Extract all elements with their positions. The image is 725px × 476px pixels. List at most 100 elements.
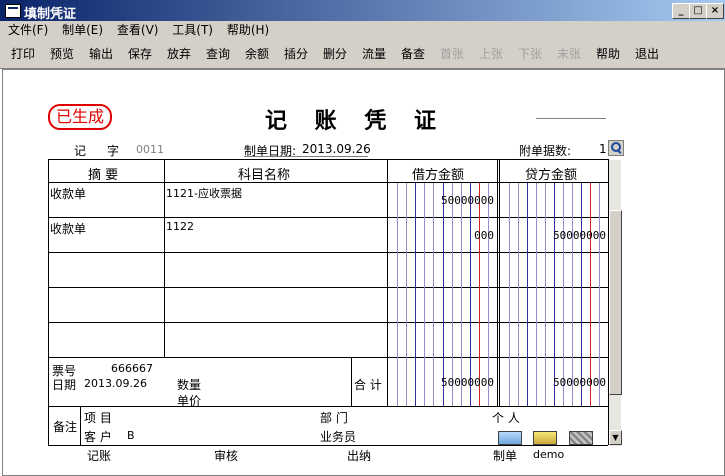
digit-column-line bbox=[527, 183, 528, 406]
grid-bottom bbox=[48, 445, 608, 446]
grid-row-line bbox=[48, 287, 608, 288]
maker-label: 制单 bbox=[493, 449, 518, 463]
total-credit: 50000000 bbox=[553, 376, 606, 389]
header-summary: 摘 要 bbox=[88, 168, 119, 183]
save-button[interactable]: 保存 bbox=[122, 43, 158, 65]
next-voucher-button[interactable]: 下张 bbox=[512, 43, 548, 65]
digit-column-line bbox=[406, 183, 407, 406]
maker-name: demo bbox=[533, 448, 565, 461]
attachments-label: 附单据数: bbox=[519, 144, 572, 158]
digit-column-line bbox=[424, 183, 425, 406]
grid-debit-right bbox=[497, 159, 498, 406]
header-credit: 贷方金额 bbox=[525, 168, 578, 183]
header-account: 科目名称 bbox=[238, 168, 291, 183]
scroll-down-arrow[interactable]: ▼ bbox=[609, 430, 622, 445]
digit-column-line bbox=[488, 183, 489, 406]
row2-account[interactable]: 1122 bbox=[166, 220, 194, 233]
lookup-icon[interactable] bbox=[608, 140, 624, 156]
grid-credit-left bbox=[499, 159, 500, 406]
app-icon bbox=[5, 4, 21, 18]
voucher-date[interactable]: 2013.09.26 bbox=[302, 142, 371, 156]
generated-stamp: 已生成 bbox=[48, 104, 112, 130]
row1-account[interactable]: 1121-应收票据 bbox=[166, 185, 242, 201]
grid-footer-bottom bbox=[48, 406, 608, 407]
grid-row-line bbox=[48, 252, 608, 253]
menu-tools[interactable]: 工具(T) bbox=[172, 21, 213, 40]
prev-voucher-button[interactable]: 上张 bbox=[473, 43, 509, 65]
help-button[interactable]: 帮助 bbox=[590, 43, 626, 65]
grid-account-right bbox=[387, 159, 388, 406]
pattern-icon[interactable] bbox=[569, 431, 593, 445]
row2-credit[interactable]: 50000000 bbox=[501, 229, 606, 242]
digit-column-line bbox=[554, 183, 555, 406]
window-title: 填制凭证 bbox=[24, 7, 77, 22]
footer-date[interactable]: 2013.09.26 bbox=[84, 377, 147, 390]
person-label: 个 人 bbox=[492, 411, 520, 425]
delete-entry-button[interactable]: 删分 bbox=[317, 43, 353, 65]
voucher-title: 记 账 凭 证 bbox=[265, 108, 446, 134]
menu-voucher[interactable]: 制单(E) bbox=[62, 21, 103, 40]
digit-column-line bbox=[509, 183, 510, 406]
quantity-label: 数量 bbox=[177, 378, 202, 392]
grid-row-line bbox=[48, 357, 608, 358]
digit-column-line bbox=[433, 183, 434, 406]
total-label: 合 计 bbox=[354, 378, 382, 392]
close-button[interactable]: × bbox=[706, 3, 724, 19]
voucher-number[interactable]: 0011 bbox=[136, 143, 164, 156]
bookkeeping-label: 记账 bbox=[87, 449, 112, 463]
row1-debit[interactable]: 50000000 bbox=[389, 194, 494, 207]
footer-date-label: 日期 bbox=[52, 378, 77, 392]
insert-entry-button[interactable]: 插分 bbox=[278, 43, 314, 65]
project-label: 项 目 bbox=[84, 411, 112, 425]
memo-check-button[interactable]: 备查 bbox=[395, 43, 431, 65]
first-voucher-button[interactable]: 首张 bbox=[434, 43, 470, 65]
header-debit: 借方金额 bbox=[412, 168, 465, 183]
digit-column-line bbox=[461, 183, 462, 406]
maximize-button[interactable]: □ bbox=[689, 3, 707, 19]
grid-row-line bbox=[48, 322, 608, 323]
menu-view[interactable]: 查看(V) bbox=[117, 21, 159, 40]
folder-icon[interactable] bbox=[533, 431, 557, 445]
scrollbar-thumb[interactable] bbox=[609, 210, 622, 395]
row2-summary[interactable]: 收款单 bbox=[50, 220, 86, 237]
row1-summary[interactable]: 收款单 bbox=[50, 185, 86, 202]
balance-button[interactable]: 余额 bbox=[239, 43, 275, 65]
voucher-type[interactable]: 记 bbox=[74, 142, 86, 159]
digit-column-line bbox=[581, 183, 582, 406]
cashflow-button[interactable]: 流量 bbox=[356, 43, 392, 65]
total-debit: 50000000 bbox=[441, 376, 494, 389]
menu-help[interactable]: 帮助(H) bbox=[227, 21, 269, 40]
digit-column-line bbox=[452, 183, 453, 406]
digit-column-line bbox=[518, 183, 519, 406]
grid-header-bottom bbox=[48, 182, 608, 183]
salesperson-label: 业务员 bbox=[320, 430, 357, 444]
grid-summary-right bbox=[164, 159, 165, 357]
ticket-number[interactable]: 666667 bbox=[111, 362, 153, 375]
exit-button[interactable]: 退出 bbox=[629, 43, 665, 65]
attachments-count[interactable]: 1 bbox=[599, 142, 607, 156]
discard-button[interactable]: 放弃 bbox=[161, 43, 197, 65]
row2-debit[interactable]: 000 bbox=[389, 229, 494, 242]
last-voucher-button[interactable]: 末张 bbox=[551, 43, 587, 65]
grid-left bbox=[48, 159, 49, 445]
digit-column-line bbox=[590, 183, 591, 406]
menu-bar: 文件(F) 制单(E) 查看(V) 工具(T) 帮助(H) bbox=[0, 21, 725, 40]
digit-column-line bbox=[443, 183, 444, 406]
grid-top bbox=[48, 159, 608, 160]
card-icon[interactable] bbox=[498, 431, 522, 445]
customer-value[interactable]: B bbox=[127, 429, 135, 442]
query-button[interactable]: 查询 bbox=[200, 43, 236, 65]
customer-label: 客 户 bbox=[84, 430, 112, 444]
digit-column-line bbox=[479, 183, 480, 406]
export-button[interactable]: 输出 bbox=[83, 43, 119, 65]
digit-column-line bbox=[545, 183, 546, 406]
review-label: 审核 bbox=[214, 449, 239, 463]
digit-column-line bbox=[397, 183, 398, 406]
digit-column-line bbox=[415, 183, 416, 406]
digit-column-line bbox=[536, 183, 537, 406]
preview-button[interactable]: 预览 bbox=[44, 43, 80, 65]
digit-column-line bbox=[599, 183, 600, 406]
print-button[interactable]: 打印 bbox=[5, 43, 41, 65]
menu-file[interactable]: 文件(F) bbox=[8, 21, 48, 40]
minimize-button[interactable]: _ bbox=[672, 3, 690, 19]
